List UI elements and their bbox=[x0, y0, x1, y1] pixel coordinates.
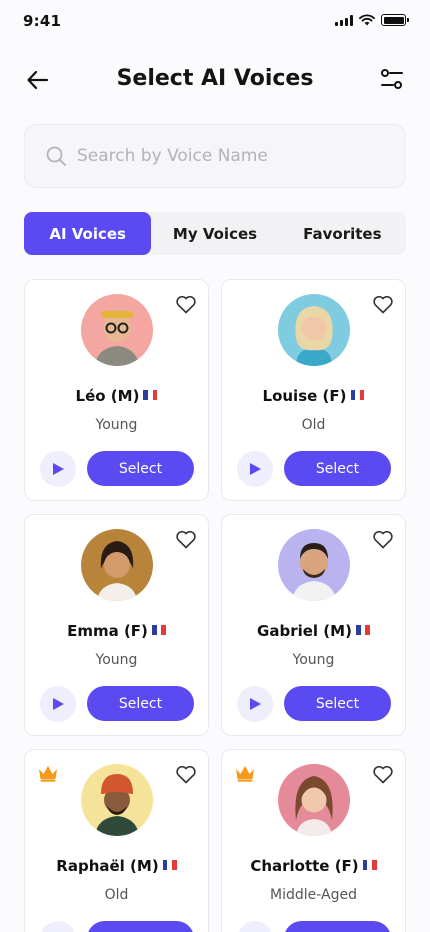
voice-age: Young bbox=[292, 652, 335, 668]
heart-icon[interactable] bbox=[174, 762, 198, 786]
play-button[interactable] bbox=[237, 921, 273, 932]
avatar-portrait-image bbox=[81, 294, 153, 366]
avatar-portrait-image bbox=[81, 529, 153, 601]
status-icons bbox=[335, 14, 409, 26]
filter-button[interactable] bbox=[379, 67, 405, 93]
battery-icon bbox=[381, 14, 409, 26]
voice-name: Louise (F) bbox=[222, 386, 405, 405]
avatar bbox=[278, 529, 350, 601]
select-button[interactable]: Select bbox=[284, 451, 391, 486]
select-button[interactable]: Select bbox=[284, 921, 391, 932]
status-time: 9:41 bbox=[23, 12, 62, 30]
play-button[interactable] bbox=[40, 921, 76, 932]
voice-card[interactable]: Emma (F) Young Select bbox=[24, 514, 209, 736]
voice-age: Old bbox=[104, 887, 129, 903]
search-icon bbox=[46, 146, 66, 166]
voice-card[interactable]: Raphaël (M) Old Select bbox=[24, 749, 209, 932]
crown-icon bbox=[236, 766, 254, 782]
voice-name: Charlotte (F) bbox=[222, 856, 405, 875]
french-flag-icon bbox=[162, 856, 177, 870]
heart-icon[interactable] bbox=[371, 762, 395, 786]
filter-sliders-icon bbox=[381, 69, 403, 89]
play-button[interactable] bbox=[237, 686, 273, 722]
avatar bbox=[278, 294, 350, 366]
avatar bbox=[81, 529, 153, 601]
crown-icon bbox=[39, 766, 57, 782]
play-icon bbox=[53, 698, 64, 710]
select-button[interactable]: Select bbox=[87, 921, 194, 932]
voice-name: Léo (M) bbox=[25, 386, 208, 405]
heart-icon[interactable] bbox=[371, 292, 395, 316]
voice-name: Raphaël (M) bbox=[25, 856, 208, 875]
header: Select AI Voices bbox=[0, 58, 430, 102]
avatar-portrait-image bbox=[278, 294, 350, 366]
french-flag-icon bbox=[362, 856, 377, 870]
avatar bbox=[81, 294, 153, 366]
select-button[interactable]: Select bbox=[87, 451, 194, 486]
tab-my-voices[interactable]: My Voices bbox=[151, 212, 278, 255]
play-button[interactable] bbox=[40, 451, 76, 487]
heart-icon[interactable] bbox=[174, 292, 198, 316]
select-button[interactable]: Select bbox=[284, 686, 391, 721]
tab-ai-voices[interactable]: AI Voices bbox=[24, 212, 152, 255]
avatar-portrait-image bbox=[278, 764, 350, 836]
search-bar bbox=[24, 124, 406, 188]
search-input[interactable] bbox=[77, 146, 377, 166]
voice-name: Gabriel (M) bbox=[222, 621, 405, 640]
play-icon bbox=[250, 463, 261, 475]
avatar-portrait-image bbox=[81, 764, 153, 836]
play-icon bbox=[53, 463, 64, 475]
page-title: Select AI Voices bbox=[116, 66, 314, 91]
play-icon bbox=[250, 698, 261, 710]
wifi-icon bbox=[359, 14, 375, 26]
voice-card[interactable]: Gabriel (M) Young Select bbox=[221, 514, 406, 736]
french-flag-icon bbox=[143, 386, 158, 400]
french-flag-icon bbox=[355, 621, 370, 635]
voice-age: Young bbox=[95, 417, 138, 433]
avatar-portrait-image bbox=[278, 529, 350, 601]
avatar bbox=[81, 764, 153, 836]
voice-tabs: AI Voices My Voices Favorites bbox=[24, 212, 406, 255]
select-button[interactable]: Select bbox=[87, 686, 194, 721]
cellular-signal-icon bbox=[335, 14, 353, 26]
voice-name: Emma (F) bbox=[25, 621, 208, 640]
french-flag-icon bbox=[151, 621, 166, 635]
voice-age: Old bbox=[301, 417, 326, 433]
voice-card[interactable]: Léo (M) Young Select bbox=[24, 279, 209, 501]
voice-card[interactable]: Charlotte (F) Middle-Aged Select bbox=[221, 749, 406, 932]
voice-card[interactable]: Louise (F) Old Select bbox=[221, 279, 406, 501]
french-flag-icon bbox=[350, 386, 365, 400]
status-bar: 9:41 bbox=[0, 0, 430, 44]
heart-icon[interactable] bbox=[371, 527, 395, 551]
tab-favorites[interactable]: Favorites bbox=[279, 212, 406, 255]
play-button[interactable] bbox=[237, 451, 273, 487]
voice-age: Young bbox=[95, 652, 138, 668]
heart-icon[interactable] bbox=[174, 527, 198, 551]
voice-age: Middle-Aged bbox=[270, 887, 357, 903]
play-button[interactable] bbox=[40, 686, 76, 722]
avatar bbox=[278, 764, 350, 836]
